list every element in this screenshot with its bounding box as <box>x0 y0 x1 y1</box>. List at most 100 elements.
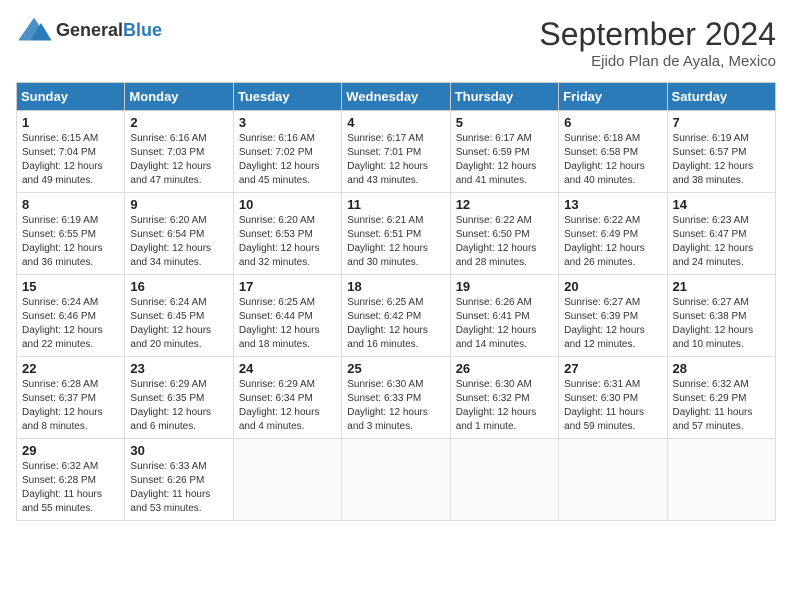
day-number: 16 <box>130 279 227 294</box>
day-cell: 5Sunrise: 6:17 AMSunset: 6:59 PMDaylight… <box>450 111 558 193</box>
day-cell: 26 Sunrise: 6:30 AMSunset: 6:32 PMDayligh… <box>450 357 558 439</box>
day-number: 20 <box>564 279 661 294</box>
day-info: Sunrise: 6:20 AMSunset: 6:54 PMDaylight:… <box>130 214 227 270</box>
day-number: 12 <box>456 197 553 212</box>
day-number: 2 <box>130 115 227 130</box>
week-row-3: 15 Sunrise: 6:24 AMSunset: 6:46 PMDayligh… <box>17 275 776 357</box>
day-info: Sunrise: 6:18 AMSunset: 6:58 PMDaylight:… <box>564 132 661 188</box>
day-info: Sunrise: 6:23 AMSunset: 6:47 PMDaylight:… <box>673 214 770 270</box>
day-info: Sunrise: 6:31 AMSunset: 6:30 PMDaylight:… <box>564 378 661 434</box>
day-number: 10 <box>239 197 336 212</box>
day-info: Sunrise: 6:29 AMSunset: 6:35 PMDaylight:… <box>130 378 227 434</box>
day-info: Sunrise: 6:33 AMSunset: 6:26 PMDaylight:… <box>130 460 227 516</box>
day-number: 15 <box>22 279 119 294</box>
day-cell: 14 Sunrise: 6:23 AMSunset: 6:47 PMDayligh… <box>667 193 775 275</box>
day-number: 18 <box>347 279 444 294</box>
day-cell: 22 Sunrise: 6:28 AMSunset: 6:37 PMDayligh… <box>17 357 125 439</box>
day-info: Sunrise: 6:27 AMSunset: 6:38 PMDaylight:… <box>673 296 770 352</box>
day-info: Sunrise: 6:25 AMSunset: 6:44 PMDaylight:… <box>239 296 336 352</box>
day-info: Sunrise: 6:16 AMSunset: 7:02 PMDaylight:… <box>239 132 336 188</box>
day-cell <box>233 439 341 521</box>
day-cell: 16Sunrise: 6:24 AMSunset: 6:45 PMDayligh… <box>125 275 233 357</box>
day-cell: 9 Sunrise: 6:20 AMSunset: 6:54 PMDaylight… <box>125 193 233 275</box>
day-info: Sunrise: 6:17 AMSunset: 6:59 PMDaylight:… <box>456 132 553 188</box>
weekday-header-sunday: Sunday <box>17 83 125 111</box>
day-number: 13 <box>564 197 661 212</box>
day-info: Sunrise: 6:19 AMSunset: 6:57 PMDaylight:… <box>673 132 770 188</box>
weekday-header-saturday: Saturday <box>667 83 775 111</box>
day-cell: 3 Sunrise: 6:16 AMSunset: 7:02 PMDaylight… <box>233 111 341 193</box>
day-cell <box>667 439 775 521</box>
day-number: 14 <box>673 197 770 212</box>
day-cell: 24Sunrise: 6:29 AMSunset: 6:34 PMDayligh… <box>233 357 341 439</box>
day-cell: 27 Sunrise: 6:31 AMSunset: 6:30 PMDayligh… <box>559 357 667 439</box>
weekday-header-friday: Friday <box>559 83 667 111</box>
calendar-table: SundayMondayTuesdayWednesdayThursdayFrid… <box>16 82 776 521</box>
day-cell: 11 Sunrise: 6:21 AMSunset: 6:51 PMDayligh… <box>342 193 450 275</box>
day-number: 28 <box>673 361 770 376</box>
day-cell: 13Sunrise: 6:22 AMSunset: 6:49 PMDayligh… <box>559 193 667 275</box>
day-cell: 19Sunrise: 6:26 AMSunset: 6:41 PMDayligh… <box>450 275 558 357</box>
week-row-2: 8 Sunrise: 6:19 AMSunset: 6:55 PMDaylight… <box>17 193 776 275</box>
day-number: 8 <box>22 197 119 212</box>
day-number: 9 <box>130 197 227 212</box>
day-cell: 10Sunrise: 6:20 AMSunset: 6:53 PMDayligh… <box>233 193 341 275</box>
day-number: 7 <box>673 115 770 130</box>
day-info: Sunrise: 6:19 AMSunset: 6:55 PMDaylight:… <box>22 214 119 270</box>
day-info: Sunrise: 6:30 AMSunset: 6:32 PMDaylight:… <box>456 378 553 434</box>
title-area: September 2024 Ejido Plan de Ayala, Mexi… <box>539 16 776 70</box>
day-info: Sunrise: 6:24 AMSunset: 6:46 PMDaylight:… <box>22 296 119 352</box>
day-number: 6 <box>564 115 661 130</box>
day-info: Sunrise: 6:32 AMSunset: 6:28 PMDaylight:… <box>22 460 119 516</box>
day-info: Sunrise: 6:17 AMSunset: 7:01 PMDaylight:… <box>347 132 444 188</box>
day-info: Sunrise: 6:22 AMSunset: 6:50 PMDaylight:… <box>456 214 553 270</box>
day-cell: 29 Sunrise: 6:32 AMSunset: 6:28 PMDayligh… <box>17 439 125 521</box>
day-cell: 28 Sunrise: 6:32 AMSunset: 6:29 PMDayligh… <box>667 357 775 439</box>
logo-icon <box>16 16 52 44</box>
day-cell: 20 Sunrise: 6:27 AMSunset: 6:39 PMDayligh… <box>559 275 667 357</box>
week-row-1: 1Sunrise: 6:15 AMSunset: 7:04 PMDaylight… <box>17 111 776 193</box>
weekday-header-monday: Monday <box>125 83 233 111</box>
header: GeneralBlue September 2024 Ejido Plan de… <box>16 16 776 70</box>
weekday-header-tuesday: Tuesday <box>233 83 341 111</box>
day-info: Sunrise: 6:26 AMSunset: 6:41 PMDaylight:… <box>456 296 553 352</box>
day-cell: 6 Sunrise: 6:18 AMSunset: 6:58 PMDaylight… <box>559 111 667 193</box>
day-info: Sunrise: 6:29 AMSunset: 6:34 PMDaylight:… <box>239 378 336 434</box>
day-cell: 15 Sunrise: 6:24 AMSunset: 6:46 PMDayligh… <box>17 275 125 357</box>
day-number: 1 <box>22 115 119 130</box>
day-number: 30 <box>130 443 227 458</box>
day-cell: 8 Sunrise: 6:19 AMSunset: 6:55 PMDaylight… <box>17 193 125 275</box>
day-info: Sunrise: 6:27 AMSunset: 6:39 PMDaylight:… <box>564 296 661 352</box>
day-cell <box>450 439 558 521</box>
day-number: 22 <box>22 361 119 376</box>
day-info: Sunrise: 6:28 AMSunset: 6:37 PMDaylight:… <box>22 378 119 434</box>
logo-general-text: General <box>56 20 123 40</box>
calendar-title: September 2024 <box>539 16 776 53</box>
day-info: Sunrise: 6:16 AMSunset: 7:03 PMDaylight:… <box>130 132 227 188</box>
weekday-header-row: SundayMondayTuesdayWednesdayThursdayFrid… <box>17 83 776 111</box>
day-cell: 2 Sunrise: 6:16 AMSunset: 7:03 PMDaylight… <box>125 111 233 193</box>
day-number: 4 <box>347 115 444 130</box>
calendar-subtitle: Ejido Plan de Ayala, Mexico <box>539 53 776 70</box>
day-number: 29 <box>22 443 119 458</box>
logo: GeneralBlue <box>16 16 162 44</box>
day-cell: 23 Sunrise: 6:29 AMSunset: 6:35 PMDayligh… <box>125 357 233 439</box>
day-cell: 1Sunrise: 6:15 AMSunset: 7:04 PMDaylight… <box>17 111 125 193</box>
day-cell: 17Sunrise: 6:25 AMSunset: 6:44 PMDayligh… <box>233 275 341 357</box>
day-cell: 30 Sunrise: 6:33 AMSunset: 6:26 PMDayligh… <box>125 439 233 521</box>
day-info: Sunrise: 6:25 AMSunset: 6:42 PMDaylight:… <box>347 296 444 352</box>
day-number: 11 <box>347 197 444 212</box>
day-number: 23 <box>130 361 227 376</box>
day-cell: 7 Sunrise: 6:19 AMSunset: 6:57 PMDaylight… <box>667 111 775 193</box>
day-number: 26 <box>456 361 553 376</box>
day-cell <box>342 439 450 521</box>
day-number: 21 <box>673 279 770 294</box>
day-info: Sunrise: 6:32 AMSunset: 6:29 PMDaylight:… <box>673 378 770 434</box>
day-number: 25 <box>347 361 444 376</box>
logo-wordmark: GeneralBlue <box>56 20 162 41</box>
day-cell: 25Sunrise: 6:30 AMSunset: 6:33 PMDayligh… <box>342 357 450 439</box>
day-number: 3 <box>239 115 336 130</box>
week-row-4: 22 Sunrise: 6:28 AMSunset: 6:37 PMDayligh… <box>17 357 776 439</box>
day-info: Sunrise: 6:21 AMSunset: 6:51 PMDaylight:… <box>347 214 444 270</box>
day-number: 27 <box>564 361 661 376</box>
